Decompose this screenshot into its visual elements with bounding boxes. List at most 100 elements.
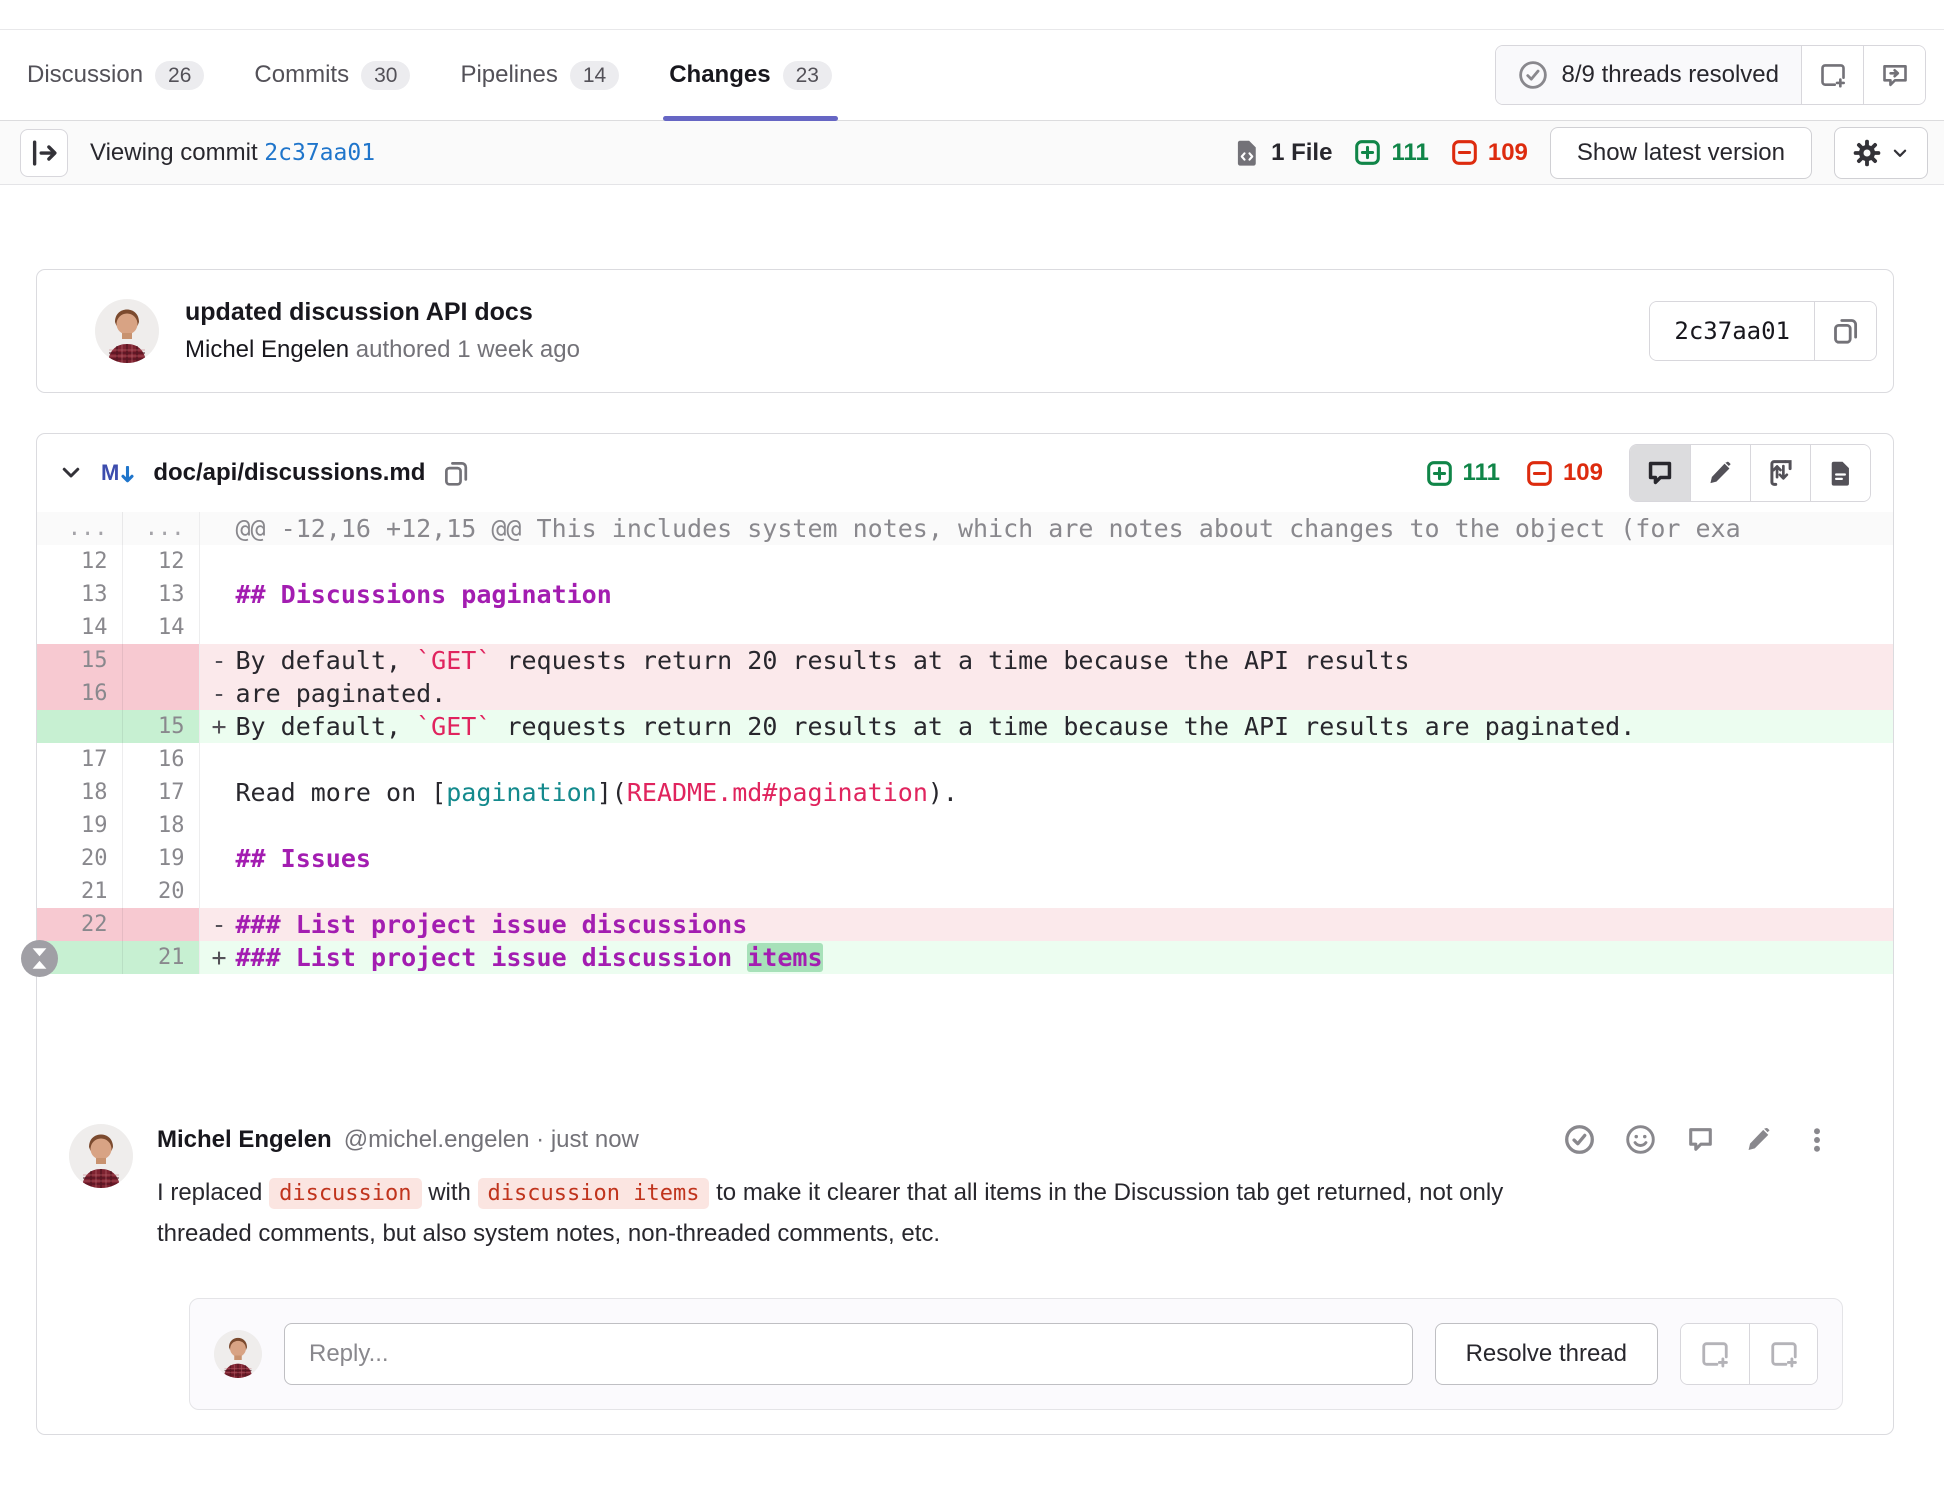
tab-label: Discussion [27,61,143,89]
resolve-thread-button[interactable]: Resolve thread [1435,1323,1658,1385]
note-author-avatar[interactable] [69,1124,133,1188]
old-line-number[interactable]: 18 [37,776,122,809]
check-circle-icon [1518,60,1548,90]
diff-line-content: @@ -12,16 +12,15 @@ This includes system… [199,512,1893,545]
additions-count: 111 [1354,139,1428,167]
view-file-button[interactable] [1810,445,1870,501]
old-line-number[interactable]: ... [37,512,122,545]
diff-row-ctx: 1414 [37,611,1893,644]
old-line-number[interactable]: 17 [37,743,122,776]
new-line-number[interactable]: 18 [122,809,199,842]
new-line-number[interactable]: 15 [122,710,199,743]
plus-square-icon [1426,460,1453,487]
old-line-number[interactable]: 20 [37,842,122,875]
threads-resolved-button[interactable]: 8/9 threads resolved [1496,46,1801,104]
commit-author-avatar[interactable] [95,299,159,363]
compare-file-versions-button[interactable] [1750,445,1810,501]
diff-settings-button[interactable] [1834,127,1928,179]
old-line-number[interactable]: 12 [37,545,122,578]
diff-row-add: 21+### List project issue discussion ite… [37,941,1893,974]
old-line-number[interactable]: 13 [37,578,122,611]
tab-discussion[interactable]: Discussion 26 [27,30,204,120]
copy-commit-sha-button[interactable] [1814,302,1876,360]
add-reaction-button[interactable] [1625,1124,1656,1155]
old-line-number[interactable]: 15 [37,644,122,677]
new-line-number[interactable]: ... [122,512,199,545]
new-line-number[interactable] [122,644,199,677]
file-button-group [1629,444,1871,502]
new-line-number[interactable] [122,677,199,710]
diff-line-sign [212,743,236,776]
mr-tab-bar: Discussion 26 Commits 30 Pipelines 14 Ch… [0,30,1944,121]
new-line-number[interactable]: 16 [122,743,199,776]
diff-row-ctx: 1212 [37,545,1893,578]
diff-line-content: ## Issues [199,842,1893,875]
old-line-number[interactable]: 19 [37,809,122,842]
edit-file-button[interactable] [1690,445,1750,501]
edit-comment-button[interactable] [1745,1126,1773,1154]
toggle-line-discussion-badge[interactable] [21,940,58,977]
note-actions [1564,1124,1861,1155]
new-line-number[interactable]: 21 [122,941,199,974]
merge-request-changes-page: Discussion 26 Commits 30 Pipelines 14 Ch… [0,0,1944,1435]
old-line-number[interactable]: 22 [37,908,122,941]
tab-commits[interactable]: Commits 30 [254,30,410,120]
inline-code: discussion [269,1178,421,1209]
create-issue-button[interactable] [1749,1324,1817,1384]
commit-sha-link[interactable]: 2c37aa01 [264,140,375,166]
tab-changes[interactable]: Changes 23 [669,30,832,120]
new-line-number[interactable]: 14 [122,611,199,644]
file-deletions-value: 109 [1563,459,1603,487]
file-deletions: 109 [1526,459,1603,487]
collapse-file-chevron-icon[interactable] [59,461,83,485]
old-line-number[interactable]: 21 [37,875,122,908]
new-line-number[interactable]: 17 [122,776,199,809]
commit-sha-value: 2c37aa01 [1650,302,1814,360]
tab-count-badge: 26 [155,61,204,90]
toggle-file-browser-button[interactable] [20,129,68,177]
diff-line-content [199,875,1893,908]
commit-authored-time: authored 1 week ago [356,336,580,363]
copy-file-path-button[interactable] [443,460,470,487]
diff-row-ctx: 1716 [37,743,1893,776]
old-line-number[interactable]: 14 [37,611,122,644]
markdown-letter: M [101,462,119,484]
file-path[interactable]: doc/api/discussions.md [153,459,425,487]
resolve-thread-check-button[interactable] [1564,1124,1595,1155]
new-line-number[interactable]: 20 [122,875,199,908]
current-user-avatar [214,1330,262,1378]
new-line-number[interactable]: 12 [122,545,199,578]
deletions-count: 109 [1451,139,1528,167]
diff-line-sign: - [212,908,236,941]
reply-comment-button[interactable] [1686,1125,1715,1154]
create-issue-to-resolve-button[interactable] [1801,46,1863,104]
minus-square-icon [1526,460,1553,487]
plus-square-icon [1354,139,1381,166]
old-line-number[interactable]: 16 [37,677,122,710]
old-line-number[interactable] [37,710,122,743]
toggle-comments-button[interactable] [1630,445,1690,501]
commit-title: updated discussion API docs [185,298,580,327]
diff-row-hunk: ...... @@ -12,16 +12,15 @@ This includes… [37,512,1893,545]
jump-to-next-unresolved-thread-button[interactable] [1863,46,1925,104]
copy-icon [1832,317,1860,345]
commit-author-name[interactable]: Michel Engelen [185,336,349,363]
create-issue-to-resolve-button[interactable] [1681,1324,1749,1384]
issue-new-icon [1819,61,1847,89]
note-author-name[interactable]: Michel Engelen [157,1126,332,1154]
file-code-icon [1233,139,1261,167]
new-line-number[interactable] [122,908,199,941]
chevron-down-icon [1891,144,1909,162]
diff-row-ctx: 1817 Read more on [pagination](README.md… [37,776,1893,809]
diff-line-sign [212,776,236,809]
tab-pipelines[interactable]: Pipelines 14 [460,30,619,120]
show-latest-version-button[interactable]: Show latest version [1550,127,1812,179]
reply-input[interactable] [284,1323,1413,1385]
new-line-number[interactable]: 13 [122,578,199,611]
diff-line-content [199,809,1893,842]
tab-label: Commits [254,61,349,89]
more-actions-kebab-button[interactable] [1803,1126,1831,1154]
discussion-note: Michel Engelen @michel.engelen · just no… [69,1124,1861,1254]
commit-sha-group: 2c37aa01 [1649,301,1877,361]
new-line-number[interactable]: 19 [122,842,199,875]
